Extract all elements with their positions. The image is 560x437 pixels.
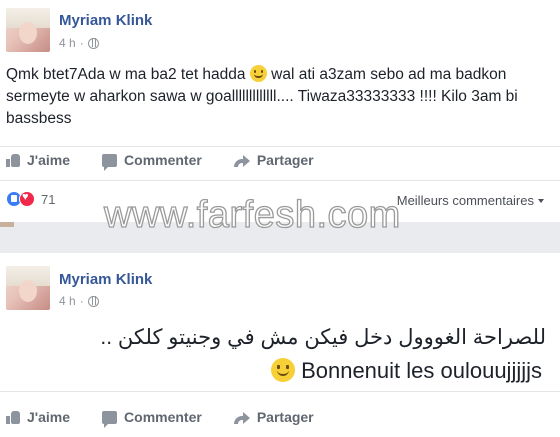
avatar[interactable] <box>6 8 50 52</box>
reaction-summary[interactable]: 71 <box>6 191 55 207</box>
comment-button[interactable]: Commenter <box>102 152 202 171</box>
divider <box>0 180 560 181</box>
globe-icon <box>87 37 99 49</box>
divider <box>0 146 560 147</box>
comment-icon <box>102 410 118 428</box>
like-button[interactable]: J'aime <box>6 152 70 168</box>
smiley-emoji-icon <box>270 358 295 382</box>
share-button[interactable]: Partager <box>233 152 314 168</box>
globe-icon <box>87 295 99 307</box>
comment-icon <box>102 153 118 171</box>
post-text-part1: Qmk btet7Ada w ma ba2 tet hadda <box>6 66 246 83</box>
post-text-arabic: للصراحة الغووول دخل فيكن مش في وجنيتو كل… <box>100 326 546 349</box>
author-name[interactable]: Myriam Klink <box>59 271 152 288</box>
post-meta: 4 h · <box>59 36 99 50</box>
share-arrow-icon <box>233 411 250 424</box>
post-text: Qmk btet7Ada w ma ba2 tet hadda wal ati … <box>6 64 554 130</box>
action-bar: J'aime Commenter Partager <box>6 152 346 171</box>
share-arrow-icon <box>233 154 250 167</box>
reaction-count: 71 <box>41 191 56 207</box>
divider <box>0 391 560 392</box>
comment-preview-edge <box>0 222 14 227</box>
avatar[interactable] <box>6 266 50 310</box>
timestamp[interactable]: 4 h <box>59 36 76 50</box>
watermark: www.farfesh.com <box>103 193 401 236</box>
comment-sort-dropdown[interactable]: Meilleurs commentaires <box>397 193 544 208</box>
action-bar: J'aime Commenter Partager <box>6 409 346 428</box>
comment-button[interactable]: Commenter <box>102 409 202 428</box>
like-button[interactable]: J'aime <box>6 409 70 425</box>
smiley-emoji-icon <box>249 65 267 82</box>
post-card-1: Myriam Klink 4 h · Qmk btet7Ada w ma ba2… <box>0 0 560 222</box>
share-button[interactable]: Partager <box>233 409 314 425</box>
thumbs-up-icon <box>6 153 20 167</box>
timestamp[interactable]: 4 h <box>59 294 76 308</box>
thumbs-up-icon <box>6 410 20 424</box>
post-text-2: Bonnenuit les oulouujjjjjs <box>270 358 542 384</box>
post-meta: 4 h · <box>59 294 99 308</box>
love-reaction-icon <box>19 191 35 207</box>
author-name[interactable]: Myriam Klink <box>59 12 152 29</box>
